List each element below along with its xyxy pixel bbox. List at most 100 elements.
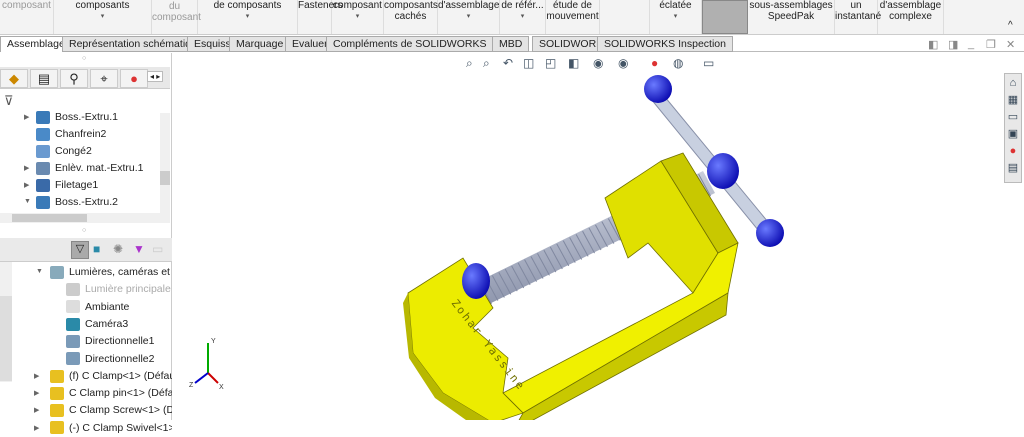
feature-label: Filetage1 (55, 179, 99, 191)
scene-filter-icon[interactable]: ✺ (113, 242, 123, 256)
tab-scroll-arrows[interactable]: ◂ ▸ (147, 71, 164, 82)
caret-down-icon: ▾ (100, 13, 105, 20)
appearances-icon[interactable]: ● (1005, 143, 1021, 159)
ribbon-button[interactable]: sous-assemblages SpeedPak (748, 0, 835, 34)
display-vscrollbar[interactable] (0, 262, 12, 382)
item-icon (50, 421, 64, 435)
file-explorer-icon[interactable]: ▭ (1005, 109, 1021, 125)
feature-tree-tab[interactable]: ◆ (0, 69, 28, 88)
tree-vscrollbar[interactable] (160, 113, 170, 213)
solidworks-resources-icon[interactable]: ⌂ (1005, 75, 1021, 91)
tab-compl-ments-de-solidworks[interactable]: Compléments de SOLIDWORKS (326, 36, 494, 52)
display-tree-item[interactable]: C Clamp Screw<1> (Défaut (50, 402, 172, 419)
clamp-frame[interactable]: Zohar Yassine (403, 152, 739, 420)
ribbon-button[interactable]: d'assemblage ▾ (438, 0, 500, 34)
task-pane-tabs: ⌂ ▦ ▭ ▣ ● ▤ (1004, 73, 1022, 183)
ribbon-button[interactable]: Fasteners (298, 0, 342, 34)
item-icon (66, 334, 80, 348)
ribbon-button[interactable]: composants ▾ (54, 0, 152, 34)
display-tree-item[interactable]: Lumières, caméras et scène (50, 264, 172, 281)
clamp-model[interactable]: Zohar Yassine Y X Z (173, 53, 1024, 420)
feature-tree-item[interactable]: Filetage1 (36, 177, 98, 194)
expand-toggle[interactable]: ▼ (36, 268, 46, 275)
expand-toggle[interactable]: ▶ (34, 406, 44, 414)
feature-tree-item[interactable]: Enlèv. mat.-Extru.1 (36, 160, 144, 177)
ribbon-button[interactable]: éclatée ▾ (650, 0, 702, 34)
ribbon-button[interactable] (702, 0, 748, 34)
display-manager-tab[interactable]: ● (120, 69, 148, 88)
display-tree-item[interactable]: Caméra3 (66, 316, 172, 333)
view-palette-icon[interactable]: ▣ (1005, 126, 1021, 142)
expand-toggle[interactable]: ▶ (24, 113, 34, 121)
ribbon-button[interactable]: d'assemblage complexe (878, 0, 944, 34)
dimxpert-tab[interactable]: ⌖ (90, 69, 118, 88)
camera-filter-icon[interactable]: ■ (93, 242, 100, 256)
ribbon-button-label: de référ... (501, 0, 544, 11)
ribbon-button-label: un instantané (835, 0, 882, 22)
ribbon-button[interactable] (600, 0, 650, 34)
feature-icon (36, 178, 50, 192)
ribbon-button[interactable]: d'aperçu du composant (152, 0, 201, 34)
ribbon-button-label: d'aperçu du composant (152, 0, 201, 23)
expand-toggle[interactable]: ▼ (24, 198, 34, 205)
ribbon-button[interactable]: étude de mouvement (546, 0, 600, 34)
display-tree-item[interactable]: Directionnelle2 (66, 351, 172, 368)
ribbon-button[interactable]: composant ▾ (332, 0, 384, 34)
custom-properties-icon[interactable]: ▤ (1005, 160, 1021, 176)
next-tab-icon[interactable]: ◨ (948, 38, 958, 51)
caret-down-icon: ▾ (520, 13, 525, 20)
ribbon-button[interactable]: composant (0, 0, 54, 34)
tab-solidworks-inspection[interactable]: SOLIDWORKS Inspection (597, 36, 733, 52)
display-tree-item[interactable]: Lumière principale PhotoView (66, 281, 172, 298)
ribbon-button-label: composant (333, 0, 382, 11)
prev-tab-icon[interactable]: ◧ (928, 38, 938, 51)
caret-down-icon: ▾ (355, 13, 360, 20)
ribbon-button[interactable]: composants cachés (384, 0, 438, 34)
ribbon-button-label: composant (2, 0, 51, 11)
display-tree-item[interactable]: C Clamp pin<1> (Défaut) < (50, 385, 172, 402)
expand-toggle[interactable]: ▶ (34, 389, 44, 397)
tab-mbd[interactable]: MBD (492, 36, 530, 52)
expand-toggle[interactable]: ▶ (34, 424, 44, 432)
display-tree-item[interactable]: (-) C Clamp Swivel<1> (Dé (50, 420, 172, 437)
feature-tree-item[interactable]: Boss.-Extru.1 (36, 109, 118, 126)
ribbon-button[interactable]: un instantané (835, 0, 882, 34)
item-label: Ambiante (85, 300, 130, 313)
filter-toggle-icon[interactable]: ▽ (71, 241, 89, 259)
light-filter-icon[interactable]: ▼ (133, 242, 145, 256)
splitter-handle[interactable]: ○ (82, 227, 86, 234)
graphics-viewport[interactable]: ⌕ ⌕ ↶ ◫ ◰ ◧ ◉ ◉ ● ◍ ▭ Zohar Yassine Y X … (173, 53, 1024, 420)
configuration-manager-tab[interactable]: ⚲ (60, 69, 88, 88)
ribbon-button[interactable]: de référ... ▾ (500, 0, 546, 34)
decal-filter-icon[interactable]: ▭ (152, 242, 163, 256)
filter-icon[interactable]: ⊽ (4, 93, 14, 109)
feature-tree-item[interactable]: Boss.-Extru.2 (36, 194, 118, 211)
expand-toggle[interactable]: ▶ (34, 372, 44, 380)
tab-marquage[interactable]: Marquage (229, 36, 291, 52)
feature-tree-item[interactable]: Congé2 (36, 143, 92, 160)
expand-toggle[interactable]: ▶ (24, 164, 34, 172)
display-tree-item[interactable]: Directionnelle1 (66, 333, 172, 350)
ribbon-button-label: composants cachés (384, 0, 438, 22)
expand-toggle[interactable]: ▶ (24, 181, 34, 189)
collapse-ribbon-button[interactable]: ^ (1008, 20, 1013, 31)
tab-assemblage[interactable]: Assemblage (0, 36, 72, 52)
triad-x-label: X (219, 384, 224, 391)
ribbon-button-label: éclatée (659, 0, 692, 11)
property-manager-tab[interactable]: ▤ (30, 69, 58, 88)
display-tree-item[interactable]: (f) C Clamp<1> (Défaut) < (50, 368, 172, 385)
close-button[interactable]: ✕ (1006, 38, 1015, 51)
view-triad[interactable]: Y X Z (189, 338, 224, 391)
item-icon (66, 283, 80, 297)
restore-button[interactable]: ❐ (986, 38, 996, 51)
ribbon-button[interactable]: de composants ▾ (198, 0, 298, 34)
minimize-button[interactable]: _ (968, 38, 974, 50)
swivel-pad[interactable] (462, 263, 490, 299)
tree-hscrollbar[interactable] (0, 213, 170, 223)
feature-icon (36, 195, 50, 209)
feature-tree-item[interactable]: Chanfrein2 (36, 126, 106, 143)
splitter-handle[interactable]: ○ (82, 55, 86, 62)
command-manager-ribbon: composant composants ▾ d'aperçu du composan… (0, 0, 1024, 35)
display-tree-item[interactable]: Ambiante (66, 299, 172, 316)
design-library-icon[interactable]: ▦ (1005, 92, 1021, 108)
